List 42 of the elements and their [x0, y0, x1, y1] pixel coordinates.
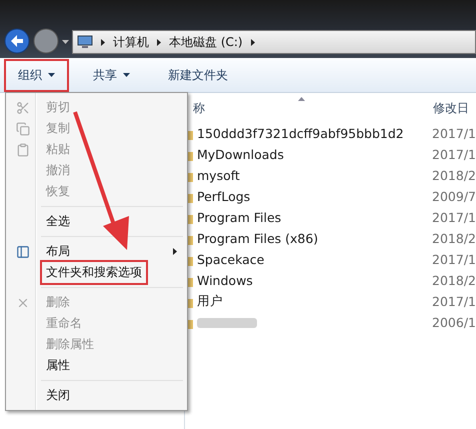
breadcrumb-arrow-icon — [250, 38, 255, 46]
modified-date: 2017/1 — [432, 294, 476, 309]
breadcrumb[interactable]: 计算机 — [113, 34, 149, 50]
file-name[interactable]: Program Files — [197, 210, 432, 225]
modified-date: 2018/2 — [432, 273, 476, 288]
file-name[interactable]: 150ddd3f7321dcff9abf95bbb1d2 — [197, 126, 432, 141]
layout-icon — [16, 244, 30, 258]
file-name[interactable]: PerfLogs — [197, 189, 432, 204]
breadcrumb[interactable]: 本地磁盘 (C:) — [169, 34, 243, 50]
file-name[interactable]: Spacekace — [197, 252, 432, 267]
breadcrumb-arrow-icon — [101, 38, 105, 46]
menu-item[interactable]: 关闭 — [40, 383, 76, 408]
column-header[interactable]: 称 — [193, 100, 433, 116]
modified-date: 2017/1 — [432, 126, 476, 141]
toolbar-button[interactable]: 组织 — [4, 58, 69, 92]
back-button[interactable] — [4, 28, 30, 54]
modified-date: 2017/1 — [432, 147, 476, 162]
menu-item[interactable]: 全选 — [40, 209, 76, 234]
breadcrumb-arrow-icon — [157, 38, 161, 46]
file-name[interactable]: mysoft — [197, 168, 432, 183]
computer-icon — [77, 35, 93, 49]
submenu-arrow-icon — [173, 248, 177, 255]
file-name[interactable]: Program Files (x86) — [197, 231, 432, 246]
modified-date: 2018/2 — [432, 231, 476, 246]
forward-button[interactable] — [33, 28, 59, 54]
sort-arrow-icon — [298, 97, 305, 101]
modified-date: 2017/1 — [432, 210, 476, 225]
toolbar-button[interactable]: 新建文件夹 — [154, 58, 242, 92]
modified-date: 2009/7 — [432, 189, 476, 204]
file-name[interactable]: Windows — [197, 273, 432, 288]
modified-date: 2017/1 — [432, 252, 476, 267]
copy-icon — [16, 122, 30, 136]
modified-date: 2018/2 — [432, 168, 476, 183]
menu-item[interactable]: 文件夹和搜索选项 — [40, 260, 148, 285]
column-header[interactable]: 修改日 — [433, 100, 469, 116]
scissors-icon — [16, 100, 30, 114]
toolbar-button[interactable]: 共享 — [79, 58, 144, 92]
file-name[interactable]: MyDownloads — [197, 147, 432, 162]
clipboard-icon — [16, 142, 30, 156]
modified-date: 2006/1 — [432, 315, 476, 330]
file-name[interactable]: 用户 — [197, 293, 432, 310]
address-bar[interactable]: 计算机 本地磁盘 (C:) — [72, 30, 476, 54]
